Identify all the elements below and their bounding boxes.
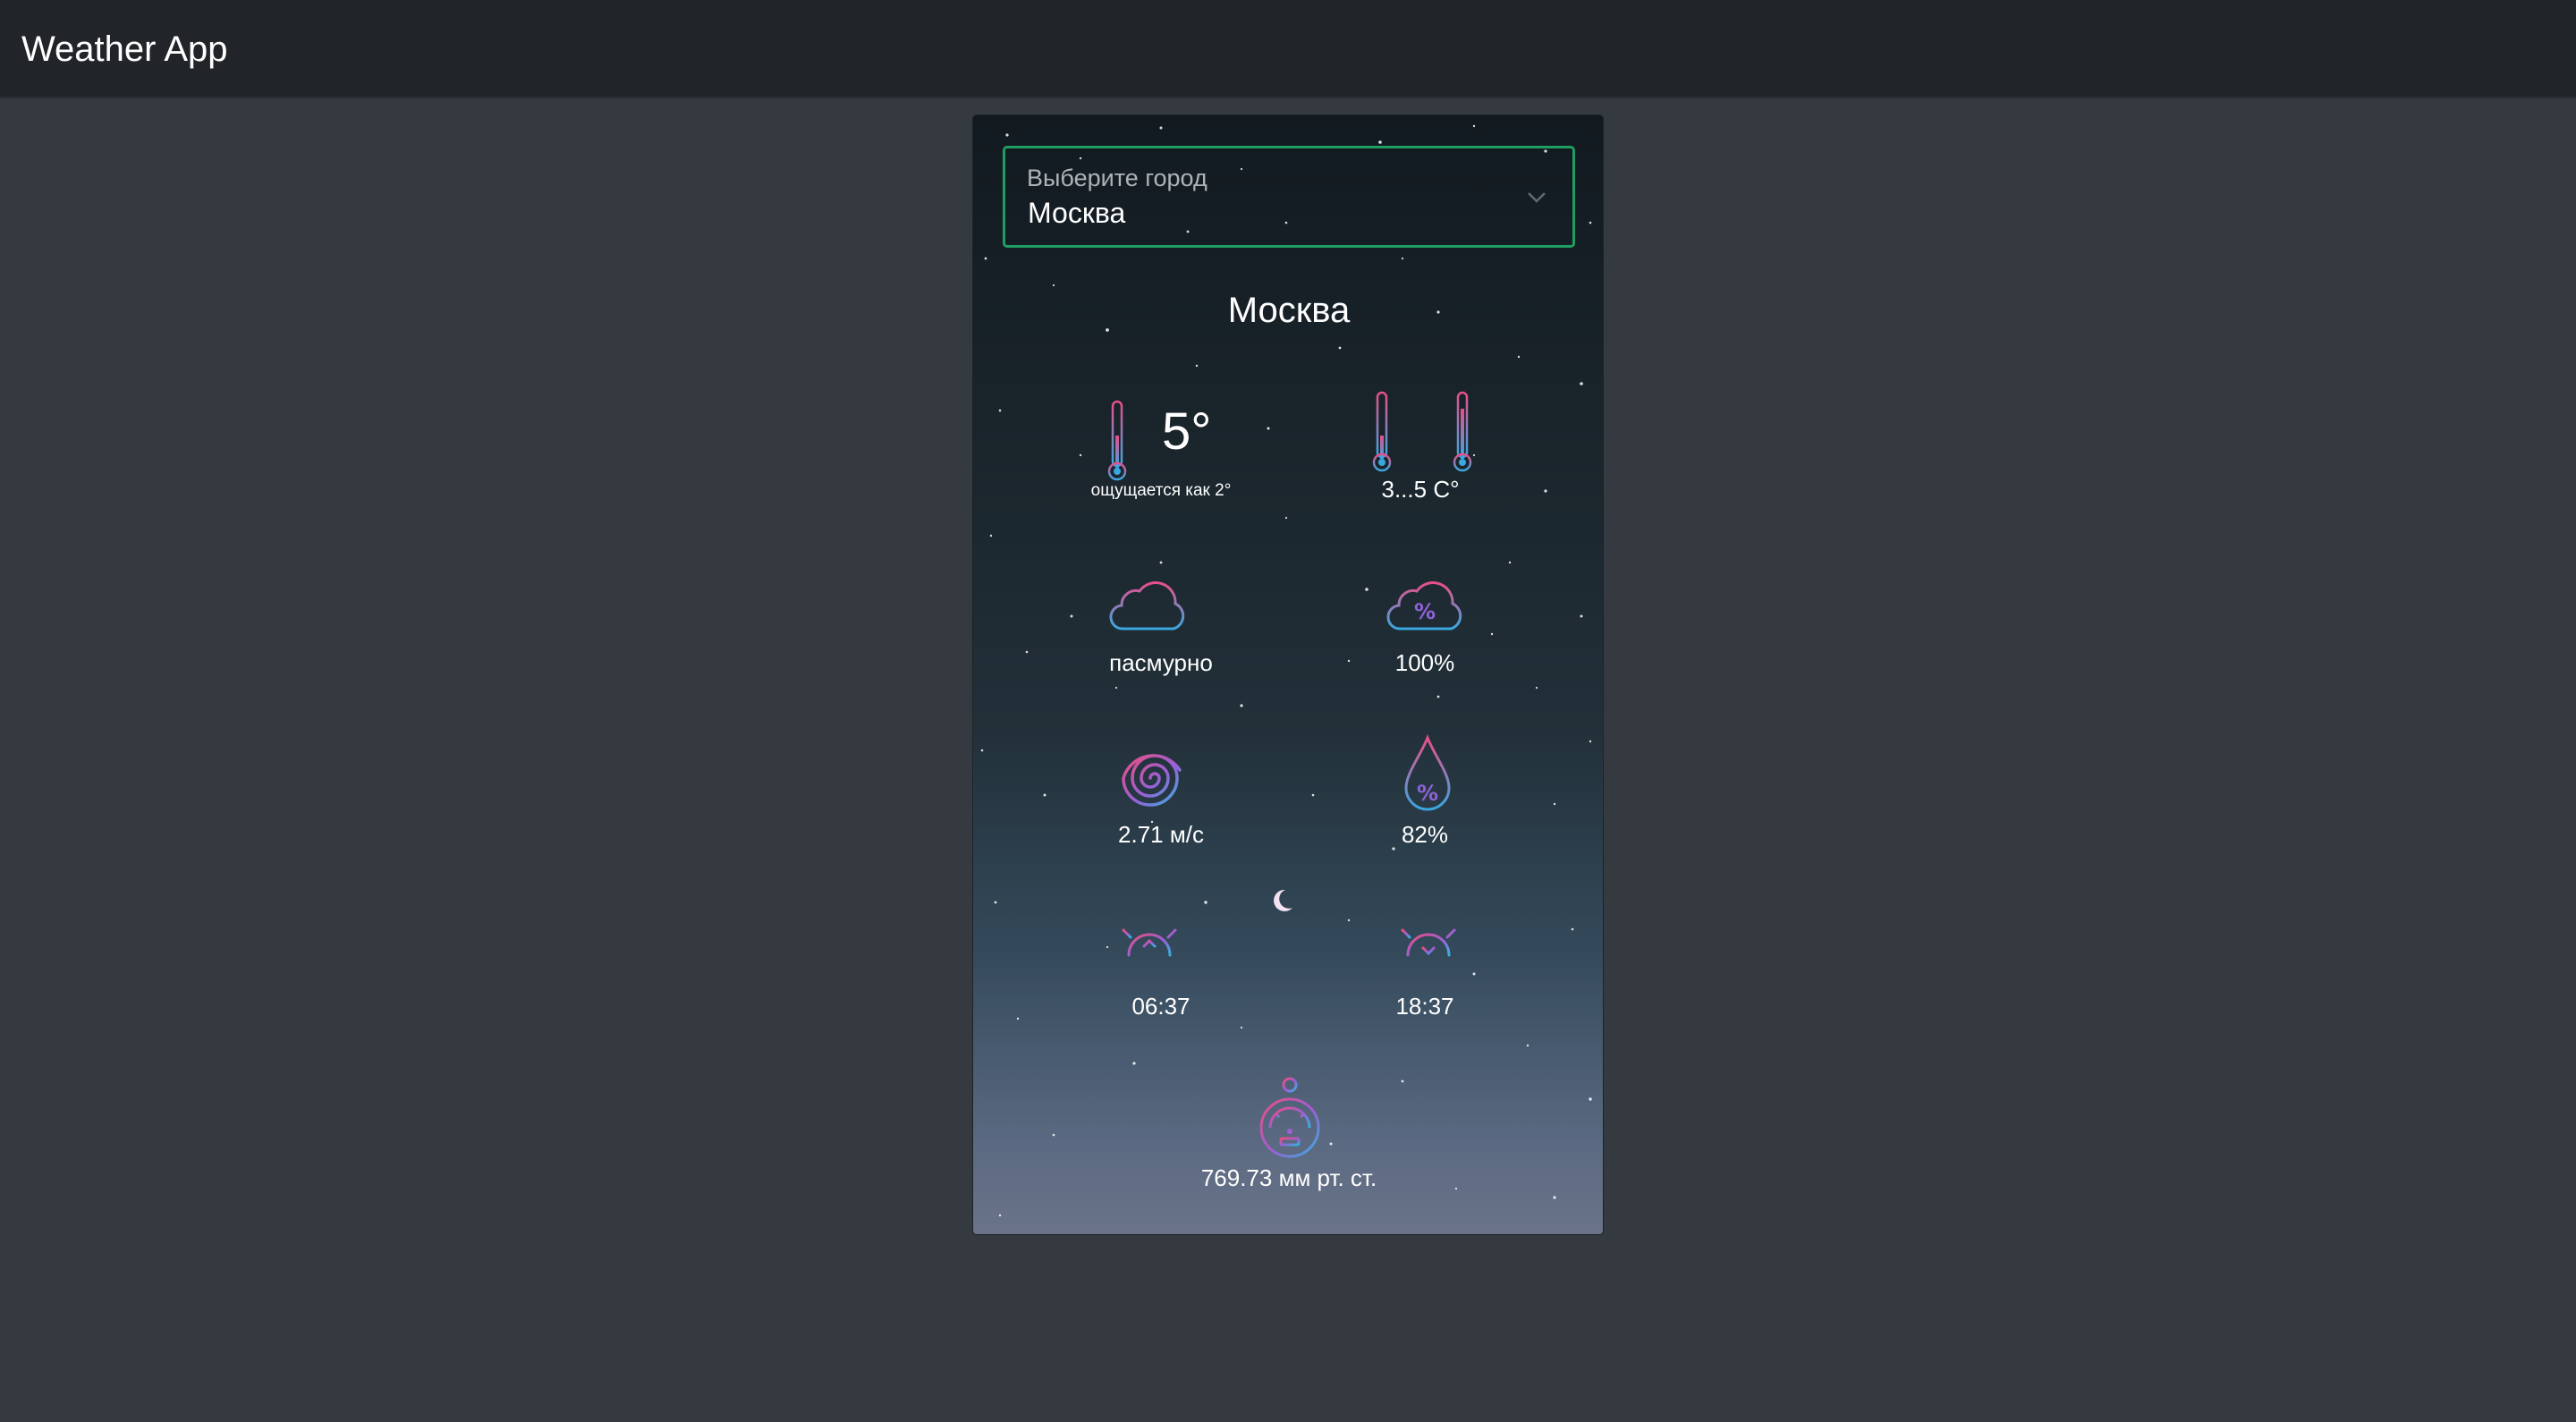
thermometer-icon	[1107, 400, 1131, 481]
wind-text: 2.71 м/с	[1118, 821, 1204, 848]
feels-like-text: ощущается как 2°	[1090, 481, 1232, 500]
sunset-text: 18:37	[1395, 993, 1454, 1020]
city-select-label: Выберите город	[1027, 165, 1208, 191]
wind-spiral-icon	[1122, 754, 1182, 807]
cloud-percent-icon: %	[1386, 581, 1462, 631]
app-title[interactable]: Weather App	[21, 27, 228, 72]
city-select-value[interactable]: Москва	[1028, 197, 1125, 230]
humidity-text: 82%	[1401, 821, 1449, 848]
svg-text:%: %	[1414, 599, 1436, 624]
condition-text: пасмурно	[1109, 649, 1213, 676]
cloudiness-text: 100%	[1394, 649, 1455, 676]
temperature-range-text: 3...5 C°	[1381, 476, 1460, 503]
cloud-icon	[1109, 581, 1185, 631]
city-select[interactable]: Выберите город Москва	[1003, 146, 1575, 248]
moon-icon	[1274, 889, 1292, 911]
temperature-value: 5°	[1162, 402, 1212, 461]
sunrise-text: 06:37	[1131, 993, 1191, 1020]
city-title: Москва	[1227, 291, 1351, 330]
chevron-down-icon[interactable]	[1524, 184, 1549, 209]
drop-percent-icon: %	[1404, 734, 1451, 811]
weather-card: Выберите город Москва Москва 5° ощущаетс…	[972, 114, 1604, 1235]
svg-text:%: %	[1417, 781, 1438, 806]
sunset-icon	[1388, 916, 1469, 978]
sunrise-icon	[1109, 916, 1190, 978]
thermometers-icon	[1372, 391, 1476, 472]
pressure-text: 769.73 мм рт. ст.	[1200, 1164, 1377, 1191]
barometer-icon	[1259, 1077, 1320, 1158]
navbar: Weather App	[0, 0, 2576, 98]
